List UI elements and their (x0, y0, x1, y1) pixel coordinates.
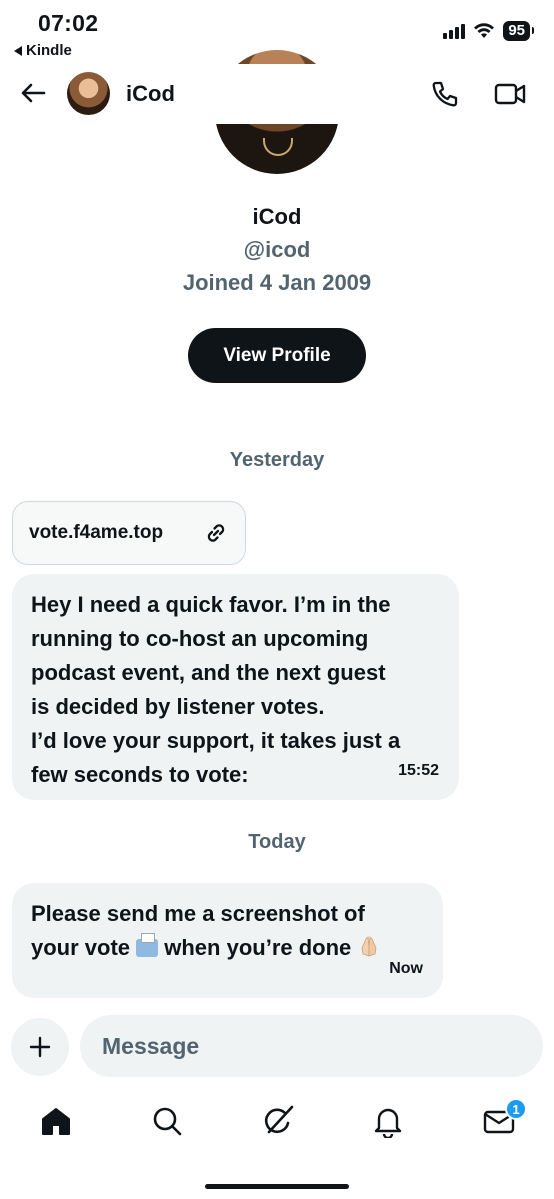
message-text-line: is decided by listener votes. (31, 694, 325, 719)
profile-name: iCod (252, 204, 302, 229)
video-call-icon[interactable] (494, 79, 526, 109)
back-triangle-icon (14, 45, 22, 56)
conversation-header: iCod (0, 64, 554, 124)
back-app-label: Kindle (26, 42, 72, 59)
link-icon (207, 524, 225, 542)
message-timestamp: 15:52 (398, 762, 439, 779)
message-text-line: Hey I need a quick favor. I’m in the (31, 592, 391, 617)
bottom-navigation (0, 1090, 554, 1160)
ballot-box-emoji-icon (136, 933, 159, 957)
message-text-line: running to co-host an upcoming (31, 626, 369, 651)
message-text-line: your vote when you’re done (31, 931, 423, 965)
message-text-line: podcast event, and the next guest (31, 660, 386, 685)
signal-icon (443, 23, 466, 39)
message-timestamp: Now (389, 960, 423, 977)
view-profile-button[interactable]: View Profile (188, 328, 366, 383)
search-icon[interactable] (150, 1104, 184, 1138)
message-text-line: I’d love your support, it takes just a (31, 728, 401, 753)
day-divider-today: Today (248, 831, 306, 853)
link-preview-card[interactable]: vote.f4ame.top (12, 501, 246, 565)
plus-icon (29, 1036, 51, 1058)
header-avatar[interactable] (67, 72, 110, 115)
notifications-icon[interactable] (371, 1104, 405, 1138)
message-text-line: Please send me a screenshot of (31, 901, 365, 926)
home-icon[interactable] (39, 1104, 73, 1138)
profile-handle: @icod (243, 237, 311, 262)
home-indicator[interactable] (205, 1184, 349, 1189)
message-input[interactable] (80, 1015, 543, 1077)
status-time: 07:02 (38, 10, 99, 36)
message-bubble[interactable]: Hey I need a quick favor. I’m in the run… (12, 574, 459, 800)
add-attachment-button[interactable] (11, 1018, 69, 1076)
day-divider-yesterday: Yesterday (229, 449, 325, 471)
necklace-detail (263, 138, 293, 156)
back-to-app-link[interactable]: Kindle (14, 42, 72, 59)
status-icons: 95 (443, 21, 534, 41)
wifi-icon (474, 23, 495, 38)
message-text-line: few seconds to vote: (31, 762, 249, 787)
grok-icon[interactable] (261, 1104, 295, 1138)
message-text-fragment: when you’re done (158, 935, 358, 960)
message-text-fragment: your vote (31, 935, 137, 960)
back-arrow-icon[interactable] (18, 78, 48, 108)
phone-icon[interactable] (430, 79, 460, 109)
header-name[interactable]: iCod (126, 81, 175, 107)
profile-joined-date: Joined 4 Jan 2009 (182, 270, 372, 295)
message-bubble[interactable]: Please send me a screenshot of your vote… (12, 883, 443, 998)
battery-icon: 95 (503, 21, 534, 41)
link-url: vote.f4ame.top (29, 522, 164, 543)
messages-badge: 1 (505, 1098, 527, 1120)
folded-hands-emoji-icon (361, 936, 377, 957)
